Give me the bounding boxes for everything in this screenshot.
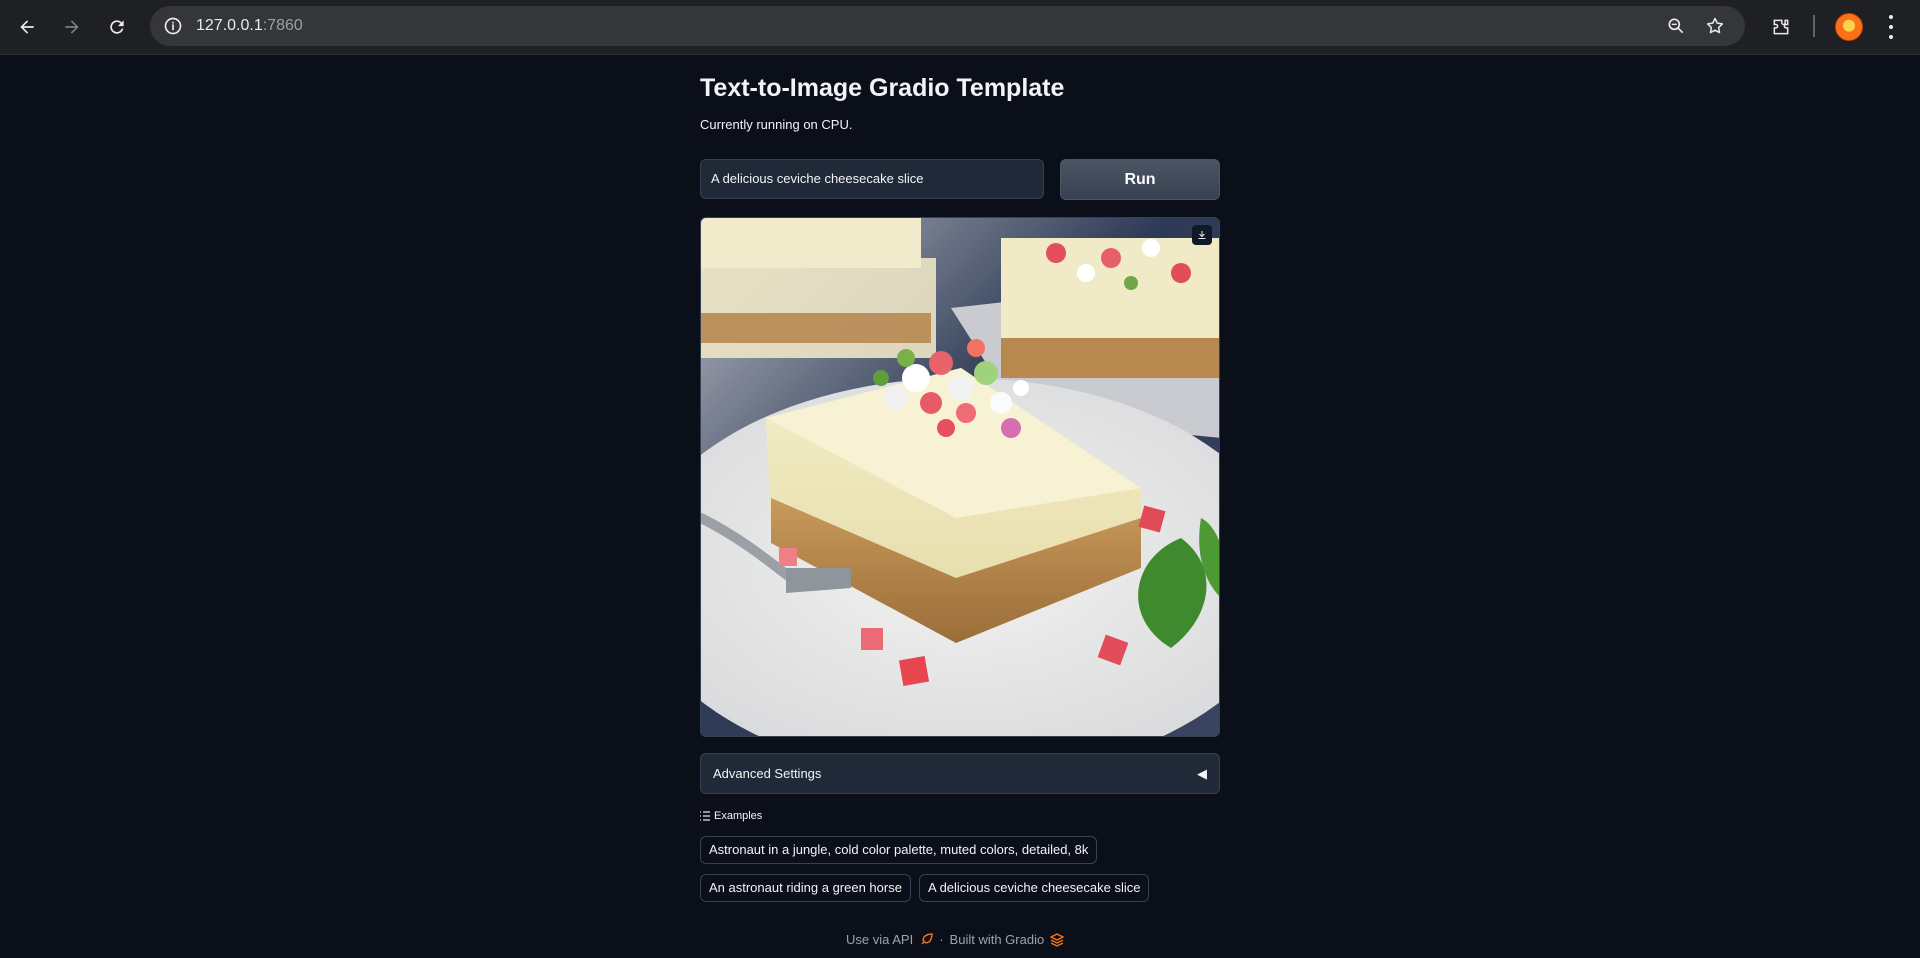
browser-toolbar: 127.0.0.1:7860	[0, 0, 1920, 55]
footer: Use via API · Built with Gradio	[846, 932, 1065, 947]
gradio-logo-icon	[1050, 932, 1065, 947]
download-icon[interactable]	[1192, 225, 1212, 245]
extensions-button[interactable]	[1764, 10, 1798, 44]
toolbar-divider	[1813, 15, 1815, 37]
profile-avatar[interactable]	[1835, 13, 1863, 41]
example-chip[interactable]: An astronaut riding a green horse	[700, 874, 911, 902]
reload-button[interactable]	[100, 10, 134, 44]
reload-icon	[110, 20, 124, 34]
back-arrow-icon	[20, 20, 34, 34]
site-info-icon[interactable]	[162, 15, 184, 37]
run-button[interactable]: Run	[1060, 159, 1220, 200]
examples-header: Examples	[700, 810, 762, 822]
forward-arrow-icon	[65, 20, 79, 34]
page-subtitle: Currently running on CPU.	[700, 117, 853, 132]
url-text: 127.0.0.1:7860	[196, 17, 303, 35]
address-bar[interactable]: 127.0.0.1:7860	[150, 6, 1745, 46]
forward-button[interactable]	[55, 10, 89, 44]
cheesecake-image	[701, 218, 1219, 736]
back-button[interactable]	[10, 10, 44, 44]
built-with-gradio-link[interactable]: Built with Gradio	[950, 932, 1045, 947]
result-image	[700, 217, 1220, 737]
use-via-api-link[interactable]: Use via API	[846, 932, 913, 947]
list-icon	[700, 811, 710, 821]
advanced-settings-accordion[interactable]: Advanced Settings ◀	[700, 753, 1220, 794]
example-chip[interactable]: Astronaut in a jungle, cold color palett…	[700, 836, 1098, 864]
prompt-input[interactable]: A delicious ceviche cheesecake slice	[700, 159, 1044, 199]
url-host: 127.0.0.1	[196, 17, 263, 34]
rocket-icon	[921, 932, 933, 944]
footer-separator: ·	[939, 932, 944, 947]
url-port: :7860	[262, 17, 303, 34]
zoom-icon[interactable]	[1665, 15, 1687, 37]
bookmark-star-icon[interactable]	[1704, 15, 1726, 37]
puzzle-icon	[1773, 19, 1789, 35]
accordion-toggle-icon[interactable]: ◀	[1197, 766, 1207, 782]
advanced-settings-label: Advanced Settings	[713, 766, 822, 781]
example-chip[interactable]: A delicious ceviche cheesecake slice	[919, 874, 1150, 902]
examples-label: Examples	[714, 810, 763, 822]
page-title: Text-to-Image Gradio Template	[700, 74, 1065, 102]
browser-menu-icon[interactable]	[1880, 15, 1902, 39]
